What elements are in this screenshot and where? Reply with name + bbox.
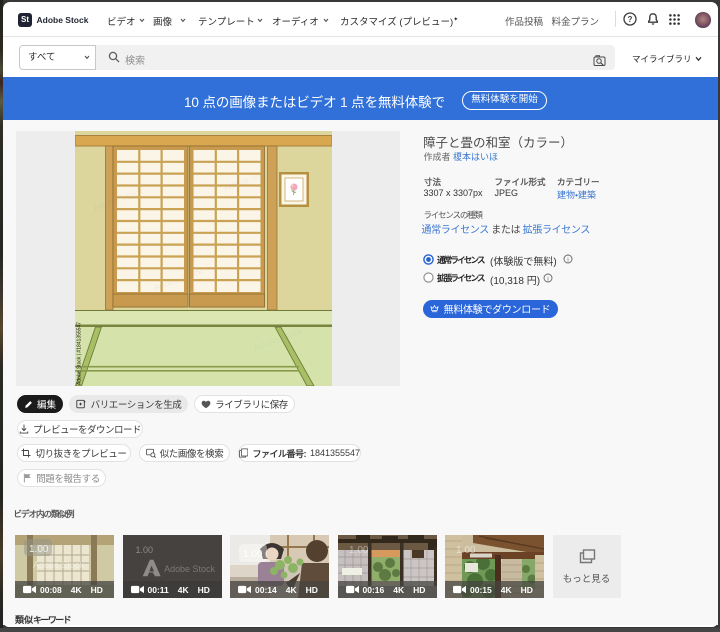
svg-text:1.00: 1.00 <box>456 545 476 556</box>
svg-text:?: ? <box>628 15 633 24</box>
svg-text:Adobe Stock: Adobe Stock <box>33 560 85 570</box>
svg-text:i: i <box>567 256 569 263</box>
svg-text:Adobe Stock: Adobe Stock <box>164 564 215 574</box>
svg-text:i: i <box>547 275 549 282</box>
svg-text:1.00: 1.00 <box>29 544 49 555</box>
svg-text:1.00: 1.00 <box>243 549 263 560</box>
svg-text:1.00: 1.00 <box>349 545 369 556</box>
svg-text:Adobe Stock | #1841355547: Adobe Stock | #1841355547 <box>77 322 83 385</box>
